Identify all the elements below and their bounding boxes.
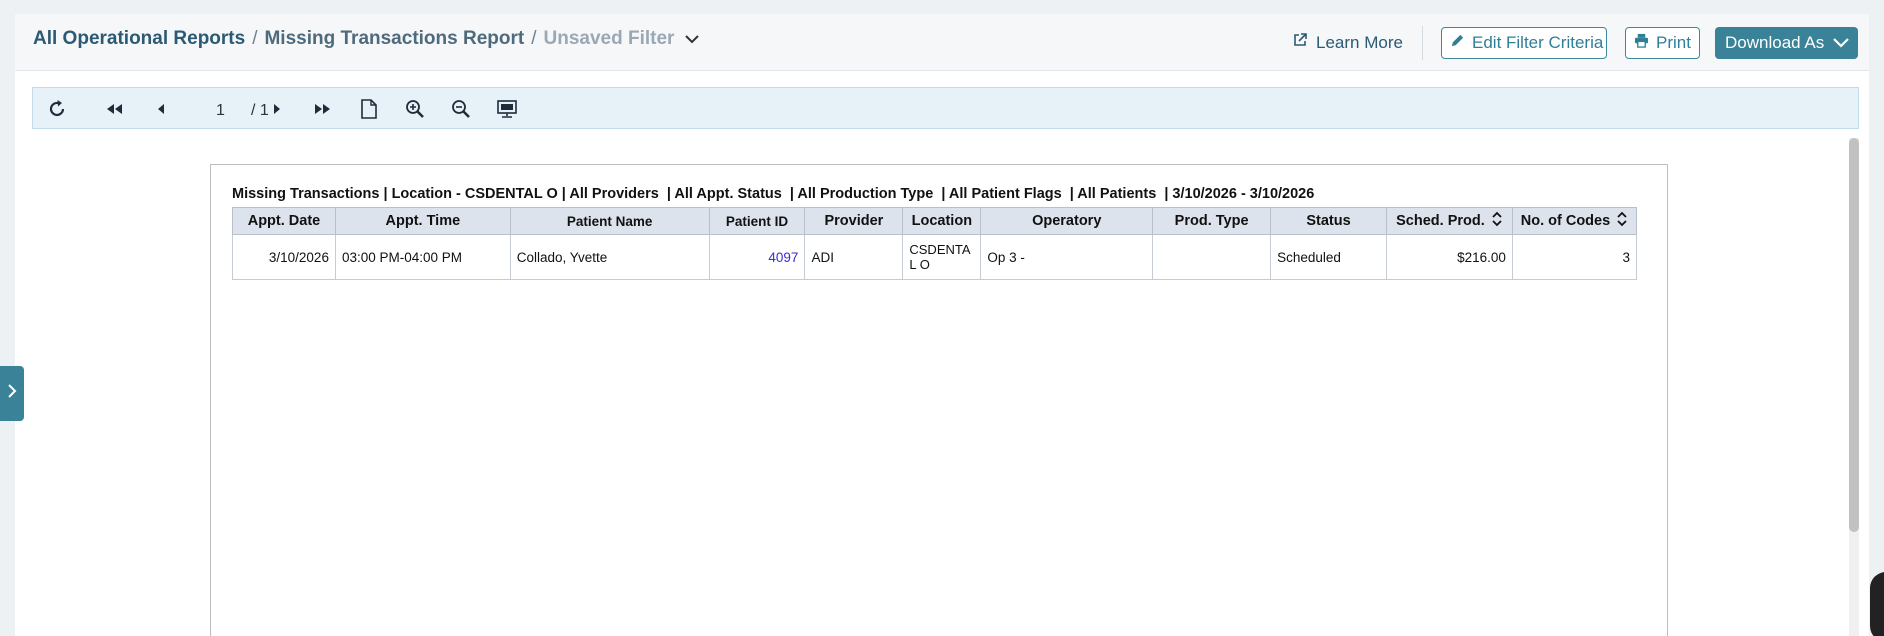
zoom-in-icon[interactable]	[403, 97, 427, 121]
status-cell: Scheduled	[1270, 234, 1387, 280]
column-header: Location	[902, 207, 982, 235]
breadcrumb: All Operational Reports / Missing Transa…	[33, 28, 700, 50]
scrollbar-thumb[interactable]	[1849, 138, 1859, 532]
sched-prod-cell: $216.00	[1385, 234, 1513, 280]
printer-icon	[1634, 33, 1649, 53]
report-table: Appt. Date Appt. Time Patient Name Patie…	[232, 207, 1638, 280]
external-link-icon	[1292, 32, 1308, 53]
edit-filter-label: Edit Filter Criteria	[1472, 33, 1604, 52]
expand-panel-button[interactable]	[0, 366, 24, 421]
first-page-icon[interactable]	[102, 97, 126, 121]
page-number-input[interactable]: 1	[216, 102, 225, 120]
breadcrumb-filter: Unsaved Filter	[543, 28, 675, 49]
breadcrumb-separator: /	[531, 28, 537, 49]
page-view-icon[interactable]	[357, 97, 381, 121]
table-row: 3/10/2026 03:00 PM-04:00 PM Collado, Yve…	[232, 234, 1638, 280]
prev-page-icon[interactable]	[149, 97, 173, 121]
column-header: Patient ID	[708, 207, 806, 235]
breadcrumb-separator: /	[252, 28, 258, 49]
breadcrumb-report[interactable]: Missing Transactions Report	[264, 28, 524, 50]
no-of-codes-cell: 3	[1511, 234, 1638, 280]
column-header-label: No. of Codes	[1520, 212, 1611, 229]
patient-name-cell: Collado, Yvette	[509, 234, 710, 280]
divider	[1422, 26, 1423, 60]
column-header-sortable[interactable]: No. of Codes	[1511, 207, 1638, 235]
learn-more-label: Learn More	[1316, 32, 1403, 52]
column-header-label: Sched. Prod.	[1396, 212, 1485, 229]
patient-id-link[interactable]: 4097	[708, 234, 806, 280]
report-title: Missing Transactions | Location - CSDENT…	[232, 186, 1315, 202]
column-header: Appt. Time	[334, 207, 511, 235]
print-button[interactable]: Print	[1625, 27, 1700, 59]
column-header: Prod. Type	[1152, 207, 1272, 235]
provider-cell: ADI	[804, 234, 904, 280]
next-page-icon[interactable]	[265, 97, 289, 121]
column-header: Provider	[804, 207, 904, 235]
sort-icon[interactable]	[1616, 211, 1628, 231]
edit-filter-button[interactable]: Edit Filter Criteria	[1441, 27, 1607, 59]
report-header: All Operational Reports / Missing Transa…	[15, 14, 1869, 71]
column-header: Status	[1270, 207, 1387, 235]
viewer-toolbar: 1 / 1	[32, 87, 1859, 129]
report-viewer: 1 / 1 Missing Transactions | Location - …	[15, 71, 1869, 636]
column-header: Patient Name	[509, 207, 710, 235]
print-label: Print	[1656, 33, 1691, 52]
chevron-down-icon[interactable]	[684, 34, 700, 44]
sort-icon[interactable]	[1491, 211, 1503, 231]
chevron-down-icon	[1832, 33, 1850, 53]
operatory-cell: Op 3 -	[980, 234, 1154, 280]
zoom-out-icon[interactable]	[449, 97, 473, 121]
prod-type-cell	[1152, 234, 1272, 280]
column-header: Operatory	[980, 207, 1154, 235]
column-header-sortable[interactable]: Sched. Prod.	[1385, 207, 1513, 235]
appt-date-cell: 3/10/2026	[232, 234, 336, 280]
report-page: Missing Transactions | Location - CSDENT…	[210, 164, 1668, 636]
download-as-button[interactable]: Download As	[1715, 27, 1858, 59]
download-as-label: Download As	[1725, 33, 1825, 52]
location-cell: CSDENTA L O	[902, 234, 982, 280]
column-header: Appt. Date	[232, 207, 336, 235]
refresh-icon[interactable]	[45, 97, 69, 121]
breadcrumb-all-reports[interactable]: All Operational Reports	[33, 28, 245, 50]
presentation-icon[interactable]	[495, 97, 519, 121]
floating-widget[interactable]	[1870, 572, 1884, 636]
learn-more-link[interactable]: Learn More	[1292, 32, 1403, 53]
appt-time-cell: 03:00 PM-04:00 PM	[334, 234, 511, 280]
table-header-row: Appt. Date Appt. Time Patient Name Patie…	[232, 207, 1638, 235]
last-page-icon[interactable]	[311, 97, 335, 121]
chevron-right-icon	[7, 383, 17, 404]
pencil-icon	[1450, 33, 1465, 53]
